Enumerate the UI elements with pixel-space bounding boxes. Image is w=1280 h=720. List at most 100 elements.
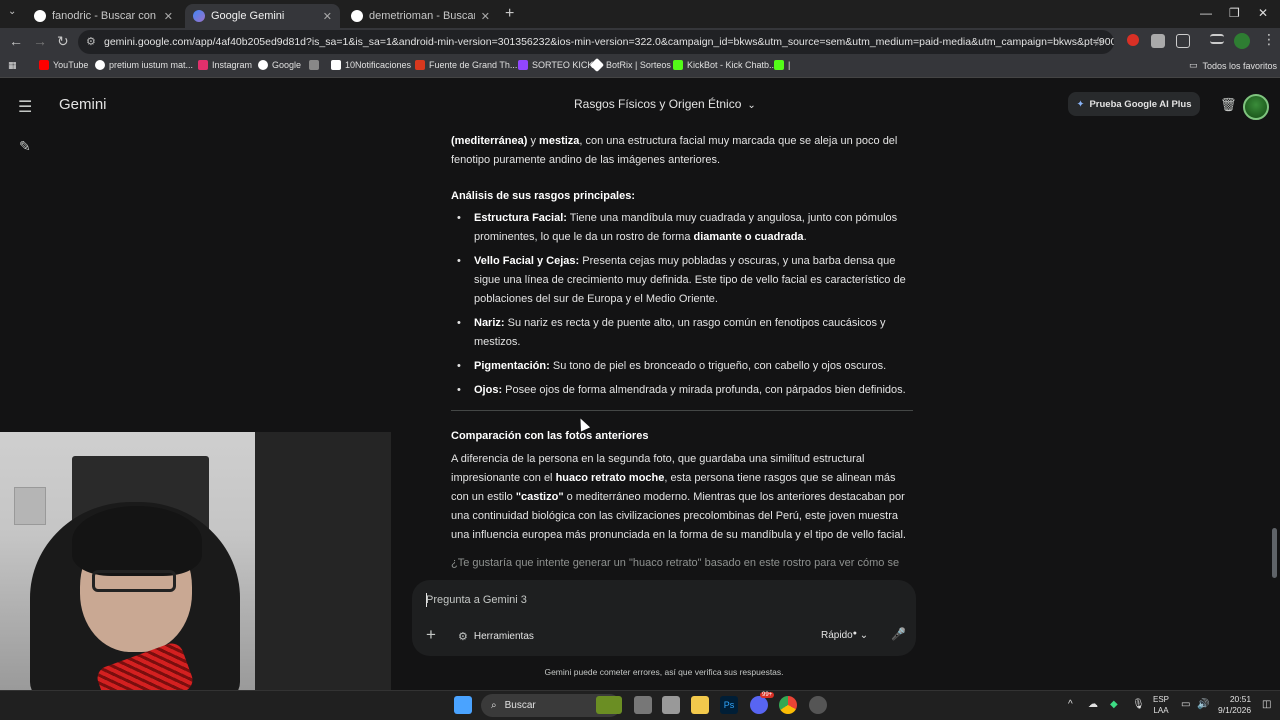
bookmark-google[interactable]: Google bbox=[258, 60, 301, 70]
profile-avatar-icon[interactable] bbox=[1234, 33, 1250, 49]
comparison-heading: Comparación con las fotos anteriores bbox=[451, 430, 649, 442]
browser-tab-bar: ⌄ fanodric - Buscar con Google ✕ Google … bbox=[0, 0, 1280, 28]
onedrive-icon[interactable]: ☁ bbox=[1088, 699, 1098, 710]
chevron-down-icon: ⌄ bbox=[747, 100, 756, 111]
sparkle-icon: ✦ bbox=[1076, 98, 1085, 110]
apps-grid-icon[interactable]: ▦ bbox=[8, 60, 17, 71]
section-divider bbox=[451, 410, 913, 411]
windows-start-icon[interactable] bbox=[454, 696, 472, 714]
traits-list: Estructura Facial: Tiene una mandíbula m… bbox=[451, 209, 913, 405]
folder-icon: ▭ bbox=[1189, 60, 1198, 70]
media-control-icon[interactable] bbox=[1210, 34, 1224, 44]
restore-icon[interactable]: ❐ bbox=[1229, 6, 1240, 20]
bookmark-kick[interactable]: | bbox=[774, 60, 790, 70]
bookmarks-bar: ▦ YouTube pretium iustum mat... Instagra… bbox=[0, 56, 1280, 78]
notifications-icon[interactable]: ◫ bbox=[1262, 699, 1271, 710]
bookmark-sorteo-kick[interactable]: SORTEO KICK bbox=[518, 60, 593, 70]
list-item: Ojos: Posee ojos de forma almendrada y m… bbox=[451, 381, 913, 400]
extension-icon[interactable] bbox=[1151, 34, 1165, 48]
discord-badge: 99+ bbox=[760, 692, 775, 698]
microphone-icon[interactable]: 🎤 bbox=[891, 627, 906, 641]
wall-switch bbox=[14, 487, 46, 525]
task-view-icon[interactable] bbox=[634, 696, 652, 714]
site-icon bbox=[309, 60, 319, 70]
tools-button[interactable]: ⚙ Herramientas bbox=[458, 630, 534, 643]
tray-chevron-icon[interactable]: ^ bbox=[1068, 699, 1073, 710]
delete-icon[interactable]: 🗑 bbox=[1220, 97, 1237, 113]
url-text: gemini.google.com/app/4af40b205ed9d81d?i… bbox=[104, 36, 1114, 48]
browser-menu-icon[interactable]: ⋮ bbox=[1262, 31, 1276, 48]
webcam-overlay bbox=[0, 432, 391, 690]
address-bar[interactable]: ⚙ gemini.google.com/app/4af40b205ed9d81d… bbox=[78, 30, 1114, 54]
security-icon[interactable]: ◆ bbox=[1110, 699, 1118, 710]
fandom-icon bbox=[415, 60, 425, 70]
photoshop-icon[interactable]: Ps bbox=[720, 696, 738, 714]
volume-icon[interactable]: 🔊 bbox=[1197, 699, 1209, 710]
kick-icon bbox=[774, 60, 784, 70]
gemini-brand: Gemini bbox=[59, 96, 107, 113]
bookmark-instagram[interactable]: Instagram bbox=[198, 60, 252, 70]
bookmark-botrix[interactable]: BotRix | Sorteos bbox=[589, 57, 671, 73]
network-icon[interactable]: ▭ bbox=[1181, 699, 1190, 710]
bookmark-10notificaciones[interactable]: 10Notificaciones bbox=[331, 60, 411, 70]
widget-icon[interactable] bbox=[596, 696, 622, 714]
tab-search-icon[interactable]: ⌄ bbox=[8, 6, 16, 17]
discord-icon[interactable] bbox=[750, 696, 768, 714]
youtube-icon bbox=[39, 60, 49, 70]
close-tab-icon[interactable]: ✕ bbox=[323, 10, 332, 23]
list-item: Pigmentación: Su tono de piel es broncea… bbox=[451, 357, 913, 376]
list-item: Vello Facial y Cejas: Presenta cejas muy… bbox=[451, 252, 913, 309]
google-favicon-icon bbox=[34, 10, 46, 22]
tab-google-gemini[interactable]: Google Gemini ✕ bbox=[185, 4, 340, 28]
browser-toolbar: ← → ↻ ⚙ gemini.google.com/app/4af40b205e… bbox=[0, 28, 1280, 56]
file-explorer-icon[interactable] bbox=[691, 696, 709, 714]
kickbot-icon bbox=[673, 60, 683, 70]
list-item: Nariz: Su nariz es recta y de puente alt… bbox=[451, 314, 913, 352]
reload-icon[interactable]: ↻ bbox=[57, 33, 69, 50]
chevron-down-icon: ⌄ bbox=[859, 630, 869, 641]
back-icon[interactable]: ← bbox=[9, 33, 23, 49]
minimize-icon[interactable]: — bbox=[1200, 6, 1212, 20]
add-attachment-icon[interactable]: + bbox=[426, 625, 436, 645]
chrome-icon[interactable] bbox=[779, 696, 797, 714]
mode-badge-icon: ● bbox=[852, 630, 857, 637]
bookmark-pretium[interactable]: pretium iustum mat... bbox=[95, 60, 193, 70]
forward-icon[interactable]: → bbox=[33, 33, 47, 49]
close-window-icon[interactable]: ✕ bbox=[1258, 6, 1268, 20]
google-icon bbox=[258, 60, 268, 70]
extension-red-icon[interactable] bbox=[1127, 34, 1139, 46]
list-item: Estructura Facial: Tiene una mandíbula m… bbox=[451, 209, 913, 247]
close-tab-icon[interactable]: ✕ bbox=[164, 10, 173, 23]
bookmark-unnamed[interactable] bbox=[309, 60, 323, 70]
conversation-title[interactable]: Rasgos Físicos y Origen Étnico ⌄ bbox=[574, 97, 756, 111]
prompt-composer[interactable]: Pregunta a Gemini 3 + ⚙ Herramientas Rápi… bbox=[412, 580, 916, 656]
model-mode-selector[interactable]: Rápido● ⌄ bbox=[821, 630, 868, 641]
close-tab-icon[interactable]: ✕ bbox=[481, 10, 490, 23]
new-tab-button[interactable]: + bbox=[505, 5, 514, 23]
upgrade-button[interactable]: ✦ Prueba Google AI Plus bbox=[1068, 92, 1200, 116]
bookmark-kickbot[interactable]: KickBot - Kick Chatb... bbox=[673, 60, 777, 70]
new-chat-icon[interactable]: ✎ bbox=[19, 138, 31, 155]
tab-fanodric[interactable]: fanodric - Buscar con Google ✕ bbox=[26, 4, 181, 28]
app-red-dot-icon[interactable] bbox=[809, 696, 827, 714]
person-hair bbox=[72, 506, 202, 576]
person-glasses bbox=[92, 570, 176, 592]
mic-tray-icon[interactable]: 🎙 bbox=[1132, 699, 1145, 710]
system-clock[interactable]: 20:51 9/1/2026 bbox=[1218, 694, 1251, 716]
input-language[interactable]: ESP LAA bbox=[1153, 694, 1169, 716]
account-avatar[interactable] bbox=[1243, 94, 1269, 120]
bookmark-star-icon[interactable]: ☆ bbox=[1092, 34, 1104, 50]
bookmark-youtube[interactable]: YouTube bbox=[39, 60, 88, 70]
site-info-icon[interactable]: ⚙ bbox=[86, 35, 96, 48]
gemini-favicon-icon bbox=[193, 10, 205, 22]
twitch-icon bbox=[518, 60, 528, 70]
bookmark-grand-theft[interactable]: Fuente de Grand Th... bbox=[415, 60, 517, 70]
background-door bbox=[255, 432, 391, 690]
prompt-input[interactable]: Pregunta a Gemini 3 bbox=[426, 594, 527, 606]
all-bookmarks-folder[interactable]: ▭ Todos los favoritos bbox=[1189, 60, 1277, 71]
extensions-puzzle-icon[interactable] bbox=[1176, 34, 1190, 48]
app-icon[interactable] bbox=[662, 696, 680, 714]
menu-icon[interactable]: ☰ bbox=[18, 97, 32, 117]
scrollbar[interactable] bbox=[1272, 528, 1277, 578]
tab-demetrioman[interactable]: demetrioman - Buscar con Goo ✕ bbox=[343, 4, 498, 28]
